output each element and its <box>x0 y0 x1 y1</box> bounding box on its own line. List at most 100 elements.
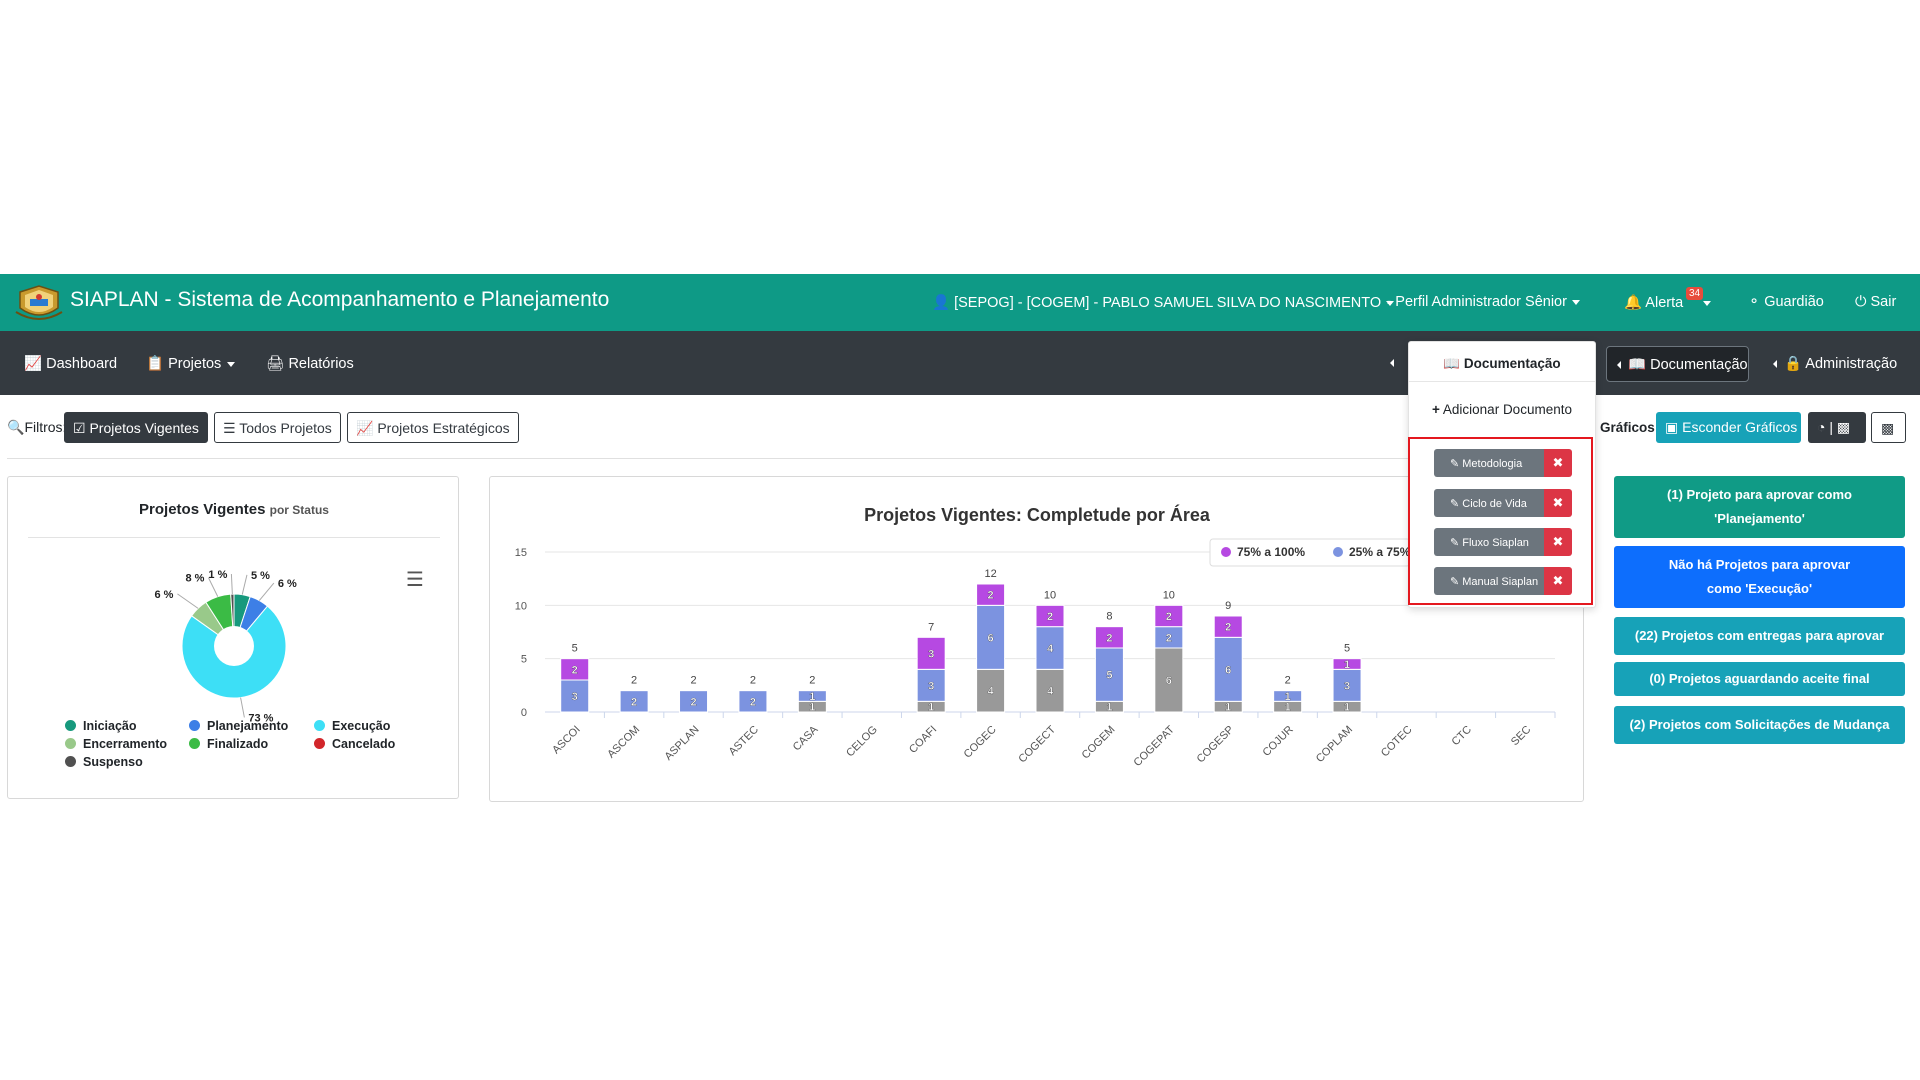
add-document-link[interactable]: + Adicionar Documento <box>1409 402 1595 417</box>
pie-label-leader <box>177 593 199 609</box>
printer-icon: 🖨 <box>266 356 285 372</box>
filter-projetos-estrategicos-button[interactable]: 📈 Projetos Estratégicos <box>347 412 519 443</box>
nav-documentacao[interactable]: 📖 Documentação <box>1606 346 1749 382</box>
y-tick-label: 0 <box>521 707 527 719</box>
filter-vigentes-label: Projetos Vigentes <box>89 420 199 436</box>
delete-document-button[interactable]: ✖ <box>1544 489 1572 517</box>
action-button-1[interactable]: (1) Projeto para aprovar como 'Planejame… <box>1614 476 1905 538</box>
pie-legend-item[interactable]: Cancelado <box>314 737 395 751</box>
nav-projetos[interactable]: 📋 Projetos <box>146 355 236 372</box>
bar-segment-label: 6 <box>1166 675 1172 687</box>
delete-document-button[interactable]: ✖ <box>1544 567 1572 595</box>
filter-estrategicos-label: Projetos Estratégicos <box>377 420 510 436</box>
dropdown-header-label: Documentação <box>1463 356 1561 371</box>
alert-menu[interactable]: 🔔 Alerta 34 <box>1624 287 1712 311</box>
bar-segment-label: 1 <box>1285 691 1291 703</box>
nav-administracao-label: Administração <box>1805 356 1898 372</box>
document-row: ✎ Manual Siaplan ✖ <box>1434 567 1572 595</box>
delete-document-button[interactable]: ✖ <box>1544 449 1572 477</box>
bar-segment-label: 2 <box>631 696 637 708</box>
legend-dot-icon <box>314 720 325 731</box>
x-tick-label: COGEM <box>1080 724 1118 762</box>
pie-legend-item[interactable]: Finalizado <box>189 737 268 751</box>
app-title: SIAPLAN - Sistema de Acompanhamento e Pl… <box>70 288 610 311</box>
calendar-check-icon: ☑ <box>73 420 86 436</box>
line-chart-icon: 📈 <box>356 420 374 436</box>
bar-segment-label: 1 <box>1106 702 1112 714</box>
search-icon: 🔍 <box>7 419 25 435</box>
lock-icon: 🔒 <box>1784 356 1803 372</box>
legend-dot-icon <box>189 738 200 749</box>
action-button-3[interactable]: (22) Projetos com entregas para aprovar <box>1614 617 1905 655</box>
pie-data-label: 1 % <box>208 569 227 581</box>
bar-chart-button[interactable]: ▩ <box>1871 412 1906 443</box>
pie-legend-label: Execução <box>332 719 391 733</box>
document-link[interactable]: ✎ Metodologia <box>1434 449 1544 477</box>
line-chart-icon: 📈 <box>24 356 43 372</box>
bar-segment-label: 2 <box>750 696 756 708</box>
logout-link[interactable]: ⏻ Sair <box>1855 294 1896 310</box>
pie-data-label: 6 % <box>278 578 297 590</box>
hide-charts-button[interactable]: ▣ Esconder Gráficos <box>1656 412 1801 443</box>
legend-dot-icon <box>1221 547 1231 557</box>
bar-segment-label: 2 <box>1166 611 1172 623</box>
bar-segment-label: 1 <box>809 702 815 714</box>
nav-administracao[interactable]: 🔒 Administração <box>1773 355 1897 372</box>
bar-segment-label: 1 <box>928 702 934 714</box>
bar-segment-label: 5 <box>1106 670 1112 682</box>
power-icon: ⏻ <box>1855 294 1867 310</box>
pie-legend-item[interactable]: Planejamento <box>189 719 288 733</box>
x-tick-label: ASTEC <box>727 724 761 758</box>
nav-relatorios[interactable]: 🖨 Relatórios <box>266 355 354 372</box>
nav-dashboard[interactable]: 📈 Dashboard <box>24 355 117 372</box>
alert-label: Alerta <box>1645 295 1684 311</box>
action-button-2[interactable]: Não há Projetos para aprovar como 'Execu… <box>1614 546 1905 608</box>
action-button-4[interactable]: (0) Projetos aguardando aceite final <box>1614 662 1905 696</box>
legend-dot-icon <box>1333 547 1343 557</box>
pie-chart-subtitle: por Status <box>269 503 329 517</box>
filter-projetos-vigentes-button[interactable]: ☑ Projetos Vigentes <box>64 412 208 443</box>
x-tick-label: COAFI <box>907 724 939 756</box>
bar-segment-label: 6 <box>988 632 994 644</box>
top-header: SIAPLAN - Sistema de Acompanhamento e Pl… <box>0 274 1920 331</box>
shield-icon: ⚬ <box>1748 294 1761 310</box>
user-menu[interactable]: 👤 [SEPOG] - [COGEM] - PABLO SAMUEL SILVA… <box>932 294 1395 311</box>
pie-legend-item[interactable]: Iniciação <box>65 719 137 733</box>
pie-legend-item[interactable]: Execução <box>314 719 390 733</box>
user-icon: 👤 <box>932 295 951 311</box>
chevron-down-icon <box>1703 300 1712 306</box>
nav-hidden-item[interactable] <box>1390 355 1401 371</box>
x-tick-label: CASA <box>791 723 821 753</box>
delete-document-button[interactable]: ✖ <box>1544 528 1572 556</box>
x-tick-label: CELOG <box>844 724 880 760</box>
filter-todos-projetos-button[interactable]: ☰ Todos Projetos <box>214 412 341 443</box>
guardiao-link[interactable]: ⚬ Guardião <box>1748 294 1824 310</box>
document-link[interactable]: ✎ Fluxo Siaplan <box>1434 528 1544 556</box>
book-icon: 📖 <box>1628 357 1647 373</box>
document-row: ✎ Ciclo de Vida ✖ <box>1434 489 1572 517</box>
alert-count-badge: 34 <box>1686 287 1704 300</box>
action-button-5[interactable]: (2) Projetos com Solicitações de Mudança <box>1614 706 1905 744</box>
bar-total-label: 2 <box>631 675 637 687</box>
x-tick-label: CTC <box>1450 724 1475 749</box>
pie-legend-item[interactable]: Encerramento <box>65 737 167 751</box>
pie-label-leader <box>240 697 245 718</box>
bar-segment-label: 1 <box>1344 659 1350 671</box>
x-tick-label: COJUR <box>1260 724 1295 759</box>
bar-segment-label: 2 <box>1047 611 1053 623</box>
bar-total-label: 8 <box>1106 611 1112 623</box>
filter-todos-label: Todos Projetos <box>239 420 332 436</box>
document-link[interactable]: ✎ Ciclo de Vida <box>1434 489 1544 517</box>
nav-projetos-label: Projetos <box>168 356 222 372</box>
x-tick-label: ASCOM <box>605 724 642 761</box>
document-link[interactable]: ✎ Manual Siaplan <box>1434 567 1544 595</box>
bar-legend-label[interactable]: 25% a 75% <box>1349 545 1411 559</box>
bar-legend-label[interactable]: 75% a 100% <box>1237 545 1305 559</box>
chart-type-toggle-button[interactable]: ◔ | ▩ <box>1808 412 1866 443</box>
pie-legend-item[interactable]: Suspenso <box>65 755 143 769</box>
y-tick-label: 15 <box>515 547 527 559</box>
chevron-down-icon <box>1571 299 1580 305</box>
profile-menu[interactable]: ▫ Perfil Administrador Sênior <box>1387 294 1580 310</box>
pie-legend-label: Finalizado <box>207 737 269 751</box>
nav-documentacao-label: Documentação <box>1650 357 1748 373</box>
